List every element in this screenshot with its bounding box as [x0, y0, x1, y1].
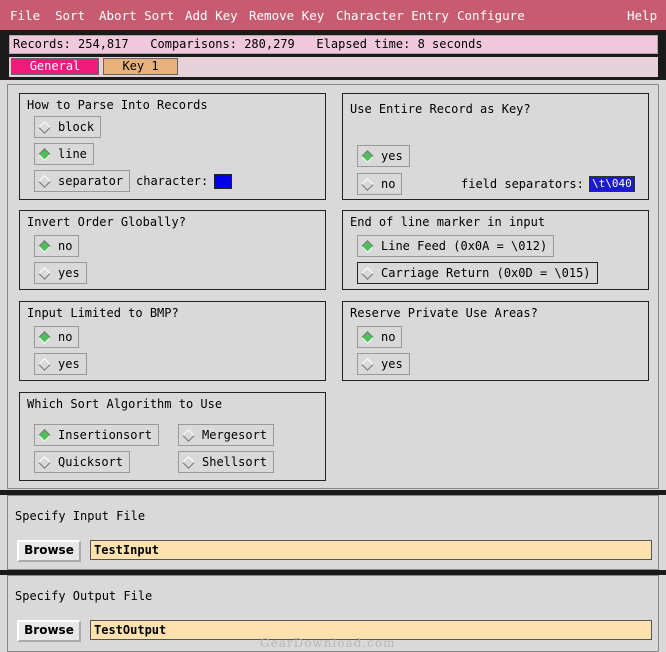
- option-label: no: [58, 239, 73, 253]
- character-color-swatch[interactable]: [214, 173, 233, 189]
- input-file-title: Specify Input File: [15, 509, 146, 523]
- option-label: yes: [381, 357, 403, 371]
- algo-mergesort-option[interactable]: Mergesort: [178, 424, 275, 446]
- parse-line-option[interactable]: line: [34, 143, 94, 165]
- invert-yes-option[interactable]: yes: [34, 262, 87, 284]
- radio-selected-icon: [38, 147, 51, 161]
- field-separators-input[interactable]: \t\040: [589, 176, 635, 192]
- radio-selected-icon: [361, 149, 374, 163]
- option-label: separator: [58, 174, 124, 188]
- watermark: GearDownload.com: [260, 636, 396, 650]
- algo-quicksort-option[interactable]: Quicksort: [34, 451, 131, 473]
- radio-icon: [182, 455, 195, 469]
- menu-sort[interactable]: Sort: [55, 8, 85, 23]
- option-label: no: [381, 177, 396, 191]
- option-label: Shellsort: [202, 455, 268, 469]
- group-title: Reserve Private Use Areas?: [350, 306, 538, 320]
- menu-abort-sort[interactable]: Abort Sort: [99, 8, 174, 23]
- option-label: line: [58, 147, 87, 161]
- menu-add-key[interactable]: Add Key: [185, 8, 238, 23]
- radio-icon: [182, 428, 195, 442]
- radio-icon: [38, 455, 51, 469]
- parse-block-option[interactable]: block: [34, 116, 102, 138]
- menu-configure[interactable]: Configure: [457, 8, 525, 23]
- option-label: no: [58, 330, 73, 344]
- group-title: Invert Order Globally?: [27, 215, 186, 229]
- group-title: Use Entire Record as Key?: [350, 102, 531, 116]
- option-label: yes: [58, 357, 80, 371]
- eol-line-feed-option[interactable]: Line Feed (0x0A = \012): [357, 235, 555, 257]
- bmp-limit-group: Input Limited to BMP? no yes: [19, 301, 326, 381]
- group-title: End of line marker in input: [350, 215, 546, 229]
- group-title: Input Limited to BMP?: [27, 306, 179, 320]
- menu-bar: File Sort Abort Sort Add Key Remove Key …: [0, 0, 666, 30]
- group-title: How to Parse Into Records: [27, 98, 208, 112]
- input-browse-button[interactable]: Browse: [17, 540, 81, 562]
- option-label: no: [381, 330, 396, 344]
- input-file-field[interactable]: TestInput: [90, 540, 652, 560]
- character-label: character:: [136, 174, 209, 188]
- option-label: Carriage Return (0x0D = \015): [381, 266, 591, 280]
- eol-marker-group: End of line marker in input Line Feed (0…: [342, 210, 649, 290]
- parse-records-group: How to Parse Into Records block line sep…: [19, 93, 326, 200]
- input-file-section: Specify Input File Browse TestInput: [7, 495, 659, 570]
- radio-selected-icon: [361, 239, 374, 253]
- algo-insertionsort-option[interactable]: Insertionsort: [34, 424, 159, 446]
- general-panel: How to Parse Into Records block line sep…: [7, 84, 659, 489]
- radio-selected-icon: [38, 239, 51, 253]
- sort-algorithm-group: Which Sort Algorithm to Use Insertionsor…: [19, 392, 326, 481]
- private-use-group: Reserve Private Use Areas? no yes: [342, 301, 649, 381]
- parse-separator-option[interactable]: separator: [34, 170, 131, 192]
- bmp-no-option[interactable]: no: [34, 326, 80, 348]
- invert-order-group: Invert Order Globally? no yes: [19, 210, 326, 290]
- separator-character: character:: [136, 170, 233, 192]
- option-label: yes: [58, 266, 80, 280]
- tab-general[interactable]: General: [11, 58, 99, 75]
- option-label: yes: [381, 149, 403, 163]
- field-separators-label: field separators:: [461, 177, 584, 191]
- radio-icon: [361, 357, 374, 371]
- tab-key-1[interactable]: Key 1: [103, 58, 178, 75]
- option-label: block: [58, 120, 95, 134]
- status-bar: Records: 254,817 Comparisons: 280,279 El…: [9, 35, 658, 54]
- radio-icon: [361, 177, 374, 191]
- radio-icon: [361, 266, 374, 280]
- entire-key-no-option[interactable]: no: [357, 173, 403, 195]
- entire-key-yes-option[interactable]: yes: [357, 145, 410, 167]
- radio-selected-icon: [361, 330, 374, 344]
- private-no-option[interactable]: no: [357, 326, 403, 348]
- menu-help[interactable]: Help: [627, 8, 657, 23]
- radio-icon: [38, 357, 51, 371]
- output-browse-button[interactable]: Browse: [17, 620, 81, 642]
- radio-icon: [38, 266, 51, 280]
- option-label: Line Feed (0x0A = \012): [381, 239, 548, 253]
- group-title: Which Sort Algorithm to Use: [27, 397, 223, 411]
- entire-record-key-group: Use Entire Record as Key? yes no field s…: [342, 93, 649, 200]
- invert-no-option[interactable]: no: [34, 235, 80, 257]
- radio-selected-icon: [38, 428, 51, 442]
- menu-character-entry[interactable]: Character Entry: [336, 8, 449, 23]
- output-file-title: Specify Output File: [15, 589, 153, 603]
- private-yes-option[interactable]: yes: [357, 353, 410, 375]
- menu-remove-key[interactable]: Remove Key: [249, 8, 324, 23]
- radio-selected-icon: [38, 330, 51, 344]
- option-label: Mergesort: [202, 428, 268, 442]
- tab-strip: General Key 1: [9, 57, 658, 77]
- eol-carriage-return-option[interactable]: Carriage Return (0x0D = \015): [357, 262, 598, 284]
- radio-icon: [38, 174, 51, 188]
- algo-shellsort-option[interactable]: Shellsort: [178, 451, 275, 473]
- radio-icon: [38, 120, 51, 134]
- menu-file[interactable]: File: [10, 8, 40, 23]
- bmp-yes-option[interactable]: yes: [34, 353, 87, 375]
- option-label: Quicksort: [58, 455, 124, 469]
- option-label: Insertionsort: [58, 428, 152, 442]
